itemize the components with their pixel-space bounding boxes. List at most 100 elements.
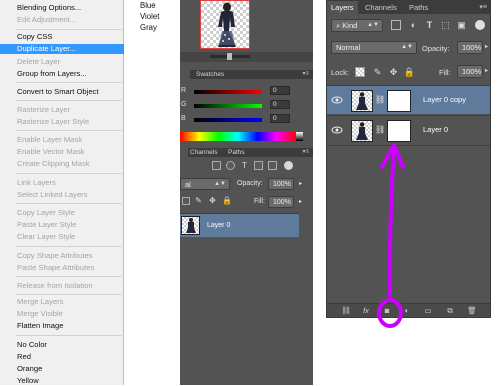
chevron-right-icon[interactable]: ▸ [485,43,488,50]
menu-separator [16,100,122,101]
menu-separator [16,276,122,277]
mini-panel-gutter [299,213,313,385]
navigator-slider-thumb[interactable] [227,53,232,60]
menu-item-enable-layer-mask: Enable Layer Mask [17,135,83,144]
b-value-field[interactable]: 0 [270,114,290,123]
lock-move-icon[interactable]: ✥ [387,66,400,78]
menu-item-no-color[interactable]: No Color [0,340,124,350]
menu-item-select-linked-layers: Select Linked Layers [17,190,88,199]
new-layer-icon[interactable]: ⧉ [445,306,455,316]
mini-layer-thumbnail [181,216,200,235]
layers-panel-tabs: Layers Channels Paths ▾≡ [327,1,490,14]
filter-smart-object-icon[interactable] [268,161,277,170]
menu-item-group-from-layers[interactable]: Group from Layers... [0,69,124,79]
g-slider[interactable] [194,104,262,108]
filter-type-icon[interactable]: T [423,19,436,31]
g-value-field[interactable]: 0 [270,100,290,109]
opacity-field[interactable]: 100% [457,41,483,54]
lock-transparent-icon[interactable] [182,197,190,205]
r-value-field[interactable]: 0 [270,86,290,95]
filter-pixel-icon[interactable] [391,20,401,30]
chevron-right-icon[interactable]: ▸ [299,198,302,205]
menu-item-release-from-isolation: Release from Isolation [17,281,93,290]
menu-separator [16,29,122,30]
opacity-label: Opacity: [422,44,450,53]
tab-swatches[interactable]: Swatches [192,70,228,79]
lock-icon[interactable]: 🔒 [403,66,416,78]
menu-item-flatten-image[interactable]: Flatten Image [0,321,124,331]
menu-item-copy-layer-style: Copy Layer Style [17,208,75,217]
menu-item-gray[interactable]: Gray [124,22,180,33]
mini-opacity-label: Opacity: [237,180,263,187]
lock-icon[interactable]: 🔒 [222,196,232,205]
menu-item-red[interactable]: Red [0,352,124,362]
swatches-panel-tabs: Swatches ▾≡ [180,70,313,79]
menu-item-enable-vector-mask: Enable Vector Mask [17,147,85,156]
menu-item-copy-css[interactable]: Copy CSS [0,32,124,42]
menu-item-rasterize-layer-style: Rasterize Layer Style [17,117,90,126]
lock-brush-icon[interactable]: ✎ [194,196,203,205]
panel-menu-icon[interactable]: ▾≡ [302,70,309,79]
filter-smart-object-icon[interactable]: ▣ [455,19,468,31]
color-spectrum-bar[interactable] [180,132,296,141]
layer-row-copy[interactable]: ⛓ Layer 0 copy [327,85,490,114]
b-slider[interactable] [194,118,262,122]
chain-link-icon[interactable]: ⛓ [375,95,385,104]
tab-color[interactable] [180,70,190,79]
menu-separator [16,82,122,83]
eye-icon[interactable] [331,124,343,136]
filter-kind-select[interactable]: ⌕ Kind ▲▼ [331,19,383,32]
panel-menu-icon[interactable]: ▾≡ [302,148,309,157]
menu-item-blue[interactable]: Blue [124,0,180,11]
blend-mode-select[interactable]: Normal ▲▼ [331,41,417,54]
filter-adjustment-icon[interactable]: ◐ [407,19,420,31]
lock-brush-icon[interactable]: ✎ [371,66,384,78]
chevron-right-icon[interactable]: ▸ [299,180,302,187]
eye-icon[interactable] [331,94,343,106]
tab-paths-mini[interactable]: Paths [224,148,249,157]
woman-figure-image [186,218,196,233]
mini-blend-mode-value: al [185,180,191,189]
fill-field[interactable]: 100% [457,65,483,78]
folder-icon[interactable]: ▭ [423,306,433,316]
menu-separator [16,173,122,174]
menu-item-duplicate-layer[interactable]: Duplicate Layer... [0,44,124,54]
menu-item-merge-layers: Merge Layers [17,297,64,306]
menu-item-violet[interactable]: Violet [124,11,180,22]
tab-channels-mini[interactable]: Channels [186,148,221,157]
menu-item-blending-options[interactable]: Blending Options... [0,3,124,13]
menu-item-orange[interactable]: Orange [0,364,124,374]
chevron-right-icon[interactable]: ▸ [485,67,488,74]
black-white-ramp[interactable] [296,132,303,141]
filter-toggle-icon[interactable] [284,161,293,170]
color-submenu: Blue Violet Gray [124,0,180,44]
tab-paths[interactable]: Paths [405,1,432,14]
filter-type-icon[interactable]: T [240,161,249,170]
lock-move-icon[interactable]: ✥ [208,196,217,205]
tab-layers[interactable]: Layers [327,1,358,14]
mini-opacity-field[interactable]: 100% [268,178,294,190]
mini-blend-mode-select[interactable]: al ▲▼ [180,178,230,190]
menu-item-edit-adjustment: Edit Adjustment... [17,15,77,24]
menu-separator [16,203,122,204]
mini-fill-field[interactable]: 100% [268,196,294,208]
filter-shape-icon[interactable]: ⬚ [439,19,452,31]
menu-item-delete-layer: Delete Layer [17,57,61,66]
layer-mask-thumbnail[interactable] [387,90,411,112]
filter-pixel-icon[interactable] [212,161,221,170]
link-icon[interactable]: ⛓ [341,306,351,316]
tab-channels[interactable]: Channels [361,1,401,14]
filter-adjustment-icon[interactable] [226,161,235,170]
trash-icon[interactable]: 🗑 [467,306,477,316]
menu-item-rasterize-layer: Rasterize Layer [17,105,71,114]
lock-transparent-pixels-icon[interactable] [355,67,365,77]
chain-link-icon[interactable]: ⛓ [375,125,385,134]
filter-toggle-icon[interactable] [475,20,485,30]
menu-item-link-layers: Link Layers [17,178,56,187]
r-slider[interactable] [194,90,262,94]
filter-shape-icon[interactable] [254,161,263,170]
panel-menu-icon[interactable]: ▾≡ [479,1,487,14]
mini-layer-row[interactable]: Layer 0 [180,213,299,237]
filter-kind-value: Kind [342,21,358,30]
menu-item-convert-smart-object[interactable]: Convert to Smart Object [0,87,124,97]
